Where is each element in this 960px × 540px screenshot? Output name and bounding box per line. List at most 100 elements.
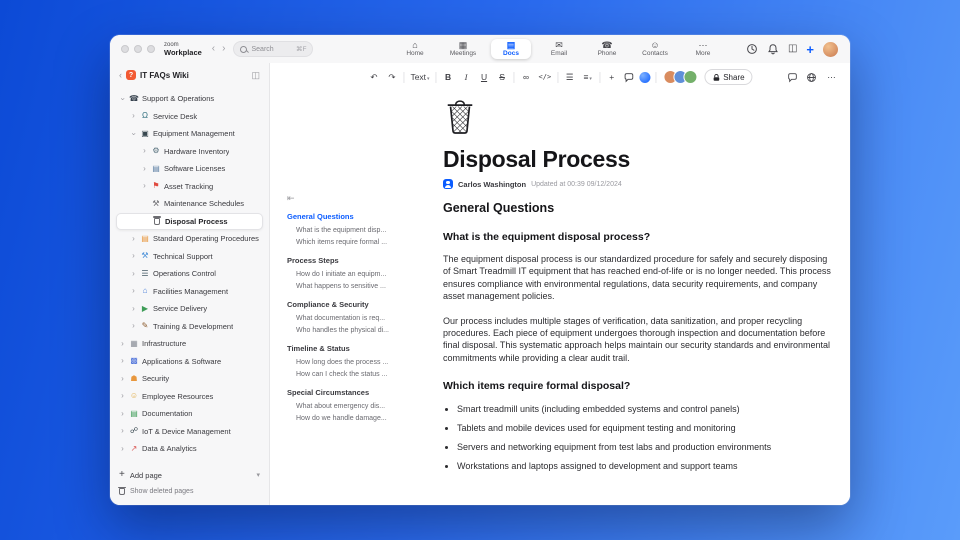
sidebar-collapse-icon[interactable]: ◫ <box>251 70 260 81</box>
add-new-icon[interactable]: + <box>806 43 814 56</box>
globe-icon[interactable] <box>806 72 817 83</box>
sidebar-back-icon[interactable]: ‹ <box>119 70 122 80</box>
chevron-right-icon[interactable]: › <box>119 409 126 418</box>
toc-section-special-circumstances[interactable]: Special Circumstances <box>287 388 431 397</box>
toc-item-how-can-i-check-the-status[interactable]: How can I check the status ... <box>287 368 431 380</box>
toc-item-which-items-require-formal[interactable]: Which items require formal ... <box>287 236 431 248</box>
sidebar-item-facilities-management[interactable]: › ⌂ Facilities Management <box>116 283 263 301</box>
window-minimize-button[interactable] <box>134 45 142 53</box>
sidebar-item-service-desk[interactable]: › Ω Service Desk <box>116 108 263 126</box>
tab-home[interactable]: ⌂ Home <box>395 39 435 60</box>
insert-plus-icon[interactable]: + <box>605 71 618 84</box>
toc-item-what-is-the-equipment-disp[interactable]: What is the equipment disp... <box>287 224 431 236</box>
sidebar-item-technical-support[interactable]: › ⚒ Technical Support <box>116 248 263 266</box>
bold-button[interactable]: B <box>442 71 455 84</box>
toc-item-how-do-i-initiate-an-equipm[interactable]: How do I initiate an equipm... <box>287 268 431 280</box>
redo-button[interactable]: ↷ <box>385 71 398 84</box>
chevron-right-icon[interactable]: › <box>141 147 148 155</box>
toc-item-what-documentation-is-req[interactable]: What documentation is req... <box>287 312 431 324</box>
tab-phone[interactable]: ☎ Phone <box>587 39 627 60</box>
chevron-down-icon[interactable]: ▾ <box>256 471 260 479</box>
italic-button[interactable]: I <box>460 71 473 84</box>
tab-more[interactable]: ⋯ More <box>683 39 723 60</box>
text-style-dropdown[interactable]: Text▾ <box>409 71 430 84</box>
chevron-right-icon[interactable]: › <box>119 392 126 400</box>
tab-email[interactable]: ✉ Email <box>539 39 579 60</box>
show-deleted-pages-button[interactable]: Show deleted pages <box>118 486 260 495</box>
chevron-right-icon[interactable]: › <box>130 304 137 313</box>
underline-button[interactable]: U <box>478 71 491 84</box>
share-button[interactable]: Share <box>704 69 753 85</box>
chevron-right-icon[interactable]: › <box>130 112 137 120</box>
strikethrough-button[interactable]: S <box>496 71 509 84</box>
window-close-button[interactable] <box>121 45 129 53</box>
chevron-right-icon[interactable]: › <box>130 252 137 260</box>
outline-collapse-icon[interactable]: ⇤ <box>287 193 431 204</box>
sidebar-item-maintenance-schedules[interactable]: ⚒ Maintenance Schedules <box>116 195 263 213</box>
sidebar-item-data-analytics[interactable]: › ↗ Data & Analytics <box>116 440 263 458</box>
toc-item-how-long-does-the-process[interactable]: How long does the process ... <box>287 356 431 368</box>
chevron-right-icon[interactable]: › <box>130 287 137 295</box>
forward-icon[interactable]: › <box>222 44 225 54</box>
bell-icon[interactable] <box>767 43 779 55</box>
chevron-right-icon[interactable]: › <box>119 444 126 453</box>
toc-item-who-handles-the-physical-di[interactable]: Who handles the physical di... <box>287 324 431 336</box>
search-input[interactable]: Search ⌘F <box>233 41 314 57</box>
chevron-right-icon[interactable]: › <box>141 182 148 190</box>
window-zoom-button[interactable] <box>147 45 155 53</box>
chevron-right-icon[interactable]: › <box>141 164 148 173</box>
tab-contacts[interactable]: ☺ Contacts <box>635 39 675 60</box>
sidebar-item-training-development[interactable]: › ✎ Training & Development <box>116 318 263 336</box>
chevron-right-icon[interactable]: › <box>119 357 126 365</box>
chevron-right-icon[interactable]: › <box>130 269 137 278</box>
toc-item-how-do-we-handle-damage[interactable]: How do we handle damage... <box>287 412 431 424</box>
sidebar-item-asset-tracking[interactable]: › ⚑ Asset Tracking <box>116 178 263 196</box>
comments-panel-icon[interactable] <box>787 72 798 83</box>
sidebar-item-standard-operating-procedures[interactable]: › ▤ Standard Operating Procedures <box>116 230 263 248</box>
sidebar-item-support-operations[interactable]: › ☎ Support & Operations <box>116 90 263 108</box>
user-avatar[interactable] <box>823 41 838 57</box>
sidebar-item-employee-resources[interactable]: › ☺ Employee Resources <box>116 388 263 406</box>
more-options-icon[interactable]: ⋯ <box>825 71 838 84</box>
sidebar-item-equipment-management[interactable]: › ▣ Equipment Management <box>116 125 263 143</box>
chevron-right-icon[interactable]: › <box>130 234 137 243</box>
clock-icon[interactable] <box>746 43 758 55</box>
toc-section-timeline-status[interactable]: Timeline & Status <box>287 344 431 353</box>
doc-toolbar: ↶ ↷ Text▾ B I U S ∞ </> ☰ ≡▾ + Share <box>367 69 753 85</box>
chevron-right-icon[interactable]: › <box>119 427 126 435</box>
tab-docs[interactable]: ▤ Docs <box>491 38 531 60</box>
sidebar-item-documentation[interactable]: › ▤ Documentation <box>116 405 263 423</box>
sidebar-item-hardware-inventory[interactable]: › ⚙ Hardware Inventory <box>116 143 263 161</box>
tab-meetings[interactable]: ▦ Meetings <box>443 39 483 60</box>
chevron-right-icon[interactable]: › <box>119 339 126 348</box>
add-page-button[interactable]: + Add page ▾ <box>119 470 260 480</box>
sidebar-item-software-licenses[interactable]: › ▤ Software Licenses <box>116 160 263 178</box>
panel-toggle-icon[interactable]: ◫ <box>788 44 797 54</box>
chevron-down-icon[interactable]: › <box>130 130 139 137</box>
search-shortcut: ⌘F <box>296 46 307 53</box>
toc-item-what-about-emergency-dis[interactable]: What about emergency dis... <box>287 400 431 412</box>
toc-section-process-steps[interactable]: Process Steps <box>287 256 431 265</box>
code-icon[interactable]: </> <box>538 72 553 83</box>
chevron-down-icon[interactable]: › <box>119 95 128 102</box>
sidebar-item-service-delivery[interactable]: › ▶ Service Delivery <box>116 300 263 318</box>
align-dropdown[interactable]: ≡▾ <box>581 71 594 84</box>
sidebar-item-iot-device-management[interactable]: › ☍ IoT & Device Management <box>116 423 263 441</box>
back-icon[interactable]: ‹ <box>212 44 215 54</box>
comment-icon[interactable] <box>623 72 634 83</box>
sidebar-item-operations-control[interactable]: › ☰ Operations Control <box>116 265 263 283</box>
sidebar-item-disposal-process[interactable]: Disposal Process <box>116 212 263 230</box>
chevron-right-icon[interactable]: › <box>119 374 126 383</box>
sidebar-item-security[interactable]: › ☗ Security <box>116 370 263 388</box>
chevron-right-icon[interactable]: › <box>130 322 137 330</box>
bulleted-list-icon[interactable]: ☰ <box>563 71 576 84</box>
sidebar-item-infrastructure[interactable]: › ▦ Infrastructure <box>116 335 263 353</box>
ai-companion-icon[interactable] <box>639 71 651 83</box>
undo-button[interactable]: ↶ <box>367 71 380 84</box>
link-icon[interactable]: ∞ <box>520 71 533 84</box>
toc-section-compliance-security[interactable]: Compliance & Security <box>287 300 431 309</box>
collaborator-avatar[interactable] <box>683 70 698 84</box>
toc-item-what-happens-to-sensitive[interactable]: What happens to sensitive ... <box>287 280 431 292</box>
toc-section-general-questions[interactable]: General Questions <box>287 212 431 221</box>
sidebar-item-applications-software[interactable]: › ▩ Applications & Software <box>116 353 263 371</box>
